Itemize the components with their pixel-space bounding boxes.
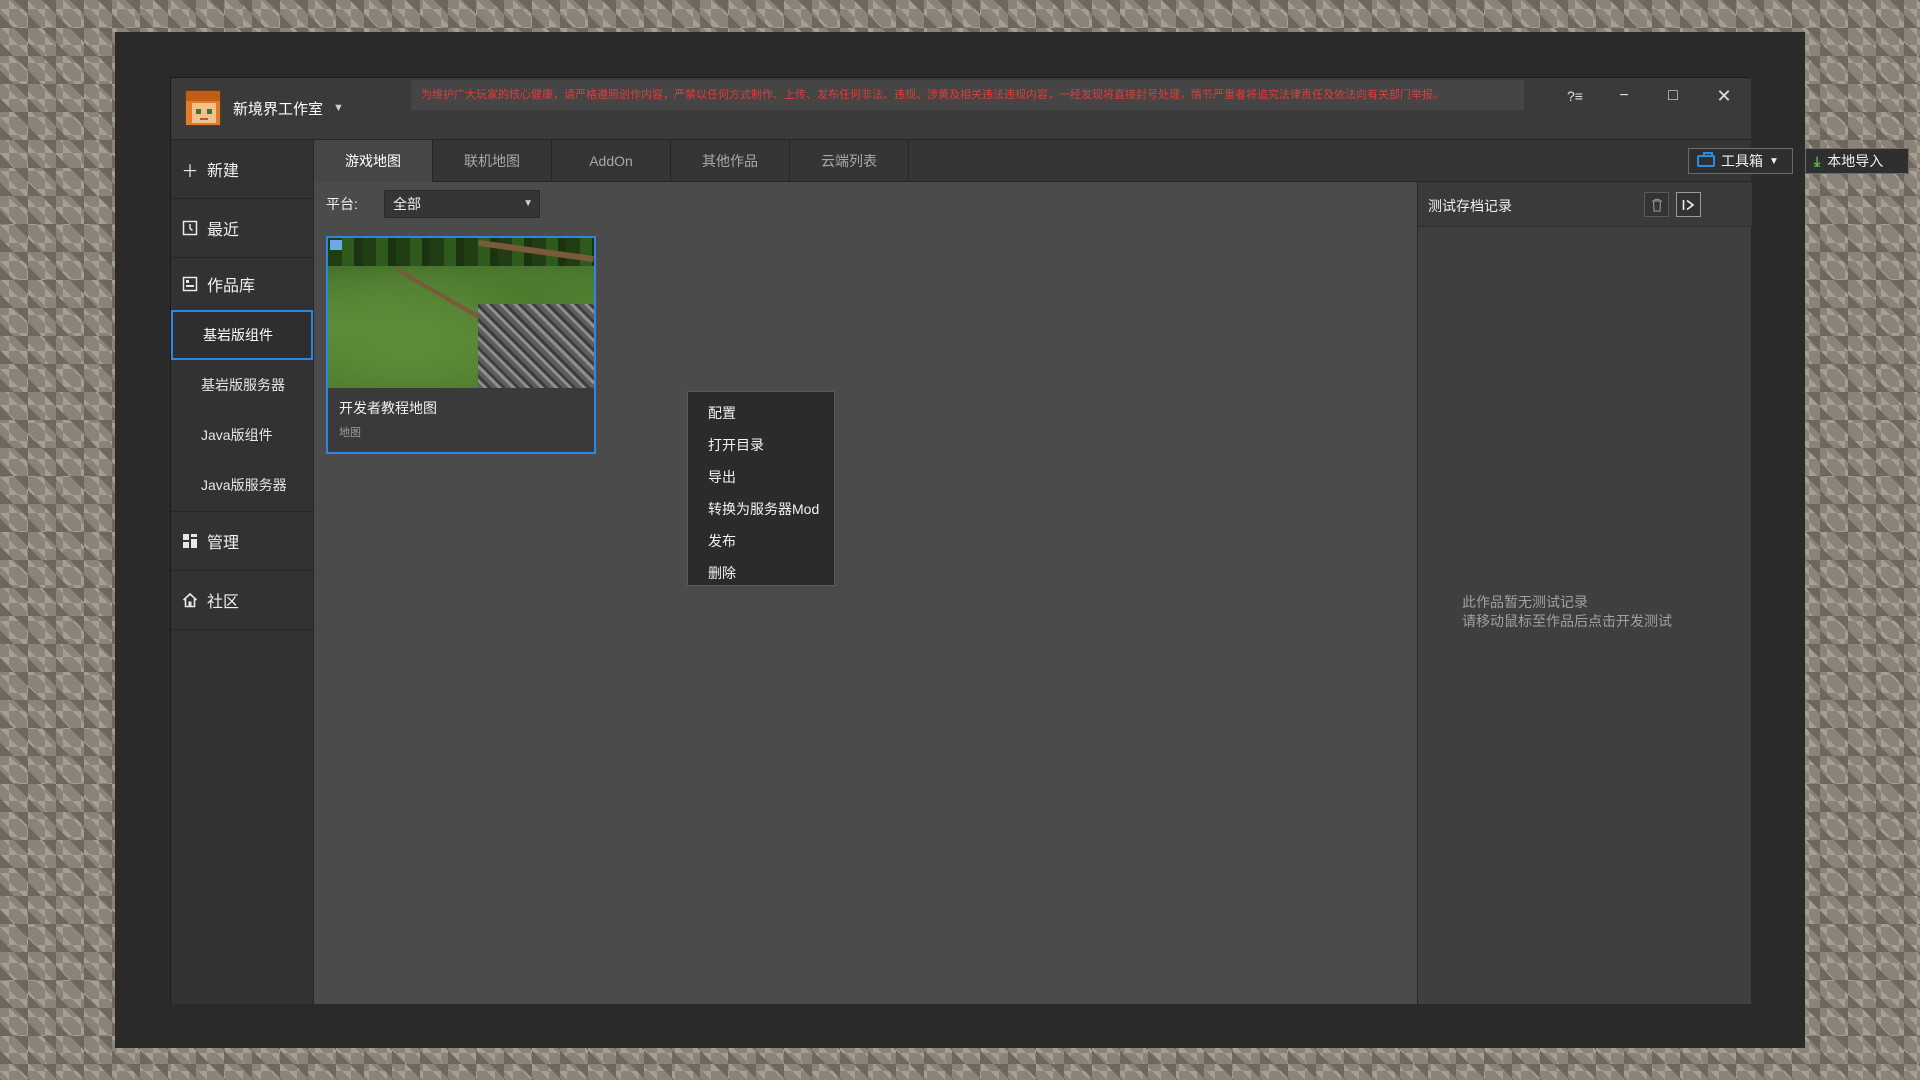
sidebar-item-library[interactable]: 作品库 — [171, 258, 313, 310]
tab-other-works[interactable]: 其他作品 — [671, 140, 790, 182]
sidebar-subitem-bedrock-components[interactable]: 基岩版组件 — [171, 310, 313, 360]
sidebar-item-manage[interactable]: 管理 — [171, 512, 313, 571]
studio-name: 新境界工作室 — [233, 100, 324, 118]
trash-icon[interactable] — [1644, 192, 1669, 217]
avatar — [185, 90, 221, 126]
tab-game-maps[interactable]: 游戏地图 — [314, 140, 433, 182]
library-icon — [181, 275, 199, 293]
panel-title: 测试存档记录 — [1428, 198, 1512, 214]
platform-select[interactable]: 全部 ▼ — [384, 190, 540, 218]
import-label: 本地导入 — [1827, 153, 1884, 169]
minimize-button[interactable]: − — [1606, 84, 1642, 108]
empty-state-line: 请移动鼠标至作品后点击开发测试 — [1462, 613, 1672, 629]
maximize-button[interactable]: □ — [1655, 84, 1691, 108]
flag-icon — [330, 240, 342, 250]
work-thumbnail — [328, 238, 594, 388]
sidebar: ＋ 新建 最近 作品库 基岩版组件 基岩版服务器 Java版组件 Java版服务… — [171, 140, 314, 1004]
panel-header: 测试存档记录 — [1418, 182, 1752, 227]
sidebar-item-label: 管理 — [207, 535, 240, 552]
recent-icon — [181, 219, 199, 237]
sidebar-subitem-java-components[interactable]: Java版组件 — [171, 410, 313, 460]
test-records-panel: 测试存档记录 此作品暂无测试记录 请移动鼠标至作品后点击开发测试 — [1417, 182, 1752, 1004]
chevron-down-icon: ▼ — [333, 102, 344, 114]
plus-icon: ＋ — [181, 161, 199, 181]
grid-icon — [181, 532, 199, 550]
sidebar-item-label: 新建 — [207, 163, 240, 180]
toolbox-label: 工具箱 — [1721, 153, 1763, 169]
chevron-down-icon: ▼ — [1769, 155, 1779, 167]
sidebar-item-new[interactable]: ＋ 新建 — [171, 140, 313, 199]
close-button[interactable]: ✕ — [1706, 84, 1742, 108]
sidebar-item-label: 最近 — [207, 222, 240, 239]
sidebar-subitem-java-servers[interactable]: Java版服务器 — [171, 460, 313, 510]
help-button[interactable]: ?≡ — [1557, 84, 1593, 108]
tab-cloud-list[interactable]: 云端列表 — [790, 140, 909, 182]
local-import-button[interactable]: ⤓ 本地导入 — [1805, 148, 1909, 174]
menu-item-publish[interactable]: 发布 — [688, 525, 834, 557]
collapse-panel-icon[interactable] — [1676, 192, 1701, 217]
work-title: 开发者教程地图 — [339, 400, 437, 416]
toolbox-button[interactable]: 工具箱 ▼ — [1688, 148, 1793, 174]
menu-item-export[interactable]: 导出 — [688, 461, 834, 493]
sidebar-item-label: 社区 — [207, 594, 240, 611]
tab-addon[interactable]: AddOn — [552, 140, 671, 182]
works-grid: 平台: 全部 ▼ 开发者教程地图 地图 配置 打开目录 导出 转换为服务器Mod… — [314, 182, 1417, 1004]
empty-state-text: 此作品暂无测试记录 请移动鼠标至作品后点击开发测试 — [1462, 593, 1672, 631]
context-menu: 配置 打开目录 导出 转换为服务器Mod 发布 删除 — [687, 391, 835, 586]
import-icon: ⤓ — [1814, 152, 1821, 169]
sidebar-item-label: 作品库 — [207, 278, 256, 295]
work-card[interactable]: 开发者教程地图 地图 — [326, 236, 596, 454]
menu-item-delete[interactable]: 删除 — [688, 557, 834, 589]
tab-bar: 游戏地图 联机地图 AddOn 其他作品 云端列表 工具箱 ▼ ⤓ 本地导入 — [314, 140, 1909, 182]
menu-item-configure[interactable]: 配置 — [688, 397, 834, 429]
empty-state-line: 此作品暂无测试记录 — [1462, 594, 1588, 610]
menu-item-convert-server-mod[interactable]: 转换为服务器Mod — [688, 493, 834, 525]
app-window: 新境界工作室 ▼ 为维护广大玩家的核心健康，请严格遵照创作内容，严禁以任何方式制… — [170, 77, 1909, 1004]
chevron-down-icon: ▼ — [523, 198, 533, 209]
home-icon — [181, 591, 199, 609]
studio-selector[interactable]: 新境界工作室 ▼ — [185, 89, 344, 127]
notice-banner: 为维护广大玩家的核心健康，请严格遵照创作内容，严禁以任何方式制作、上传、发布任何… — [411, 80, 1524, 110]
platform-filter-label: 平台: — [326, 196, 358, 212]
work-type: 地图 — [339, 427, 361, 439]
sidebar-item-community[interactable]: 社区 — [171, 571, 313, 630]
title-bar: 新境界工作室 ▼ 为维护广大玩家的核心健康，请严格遵照创作内容，严禁以任何方式制… — [171, 78, 1751, 140]
tab-online-maps[interactable]: 联机地图 — [433, 140, 552, 182]
sidebar-item-recent[interactable]: 最近 — [171, 199, 313, 258]
menu-item-open-directory[interactable]: 打开目录 — [688, 429, 834, 461]
toolbox-icon — [1697, 152, 1715, 167]
platform-select-value: 全部 — [393, 196, 421, 212]
sidebar-subitem-bedrock-servers[interactable]: 基岩版服务器 — [171, 360, 313, 410]
